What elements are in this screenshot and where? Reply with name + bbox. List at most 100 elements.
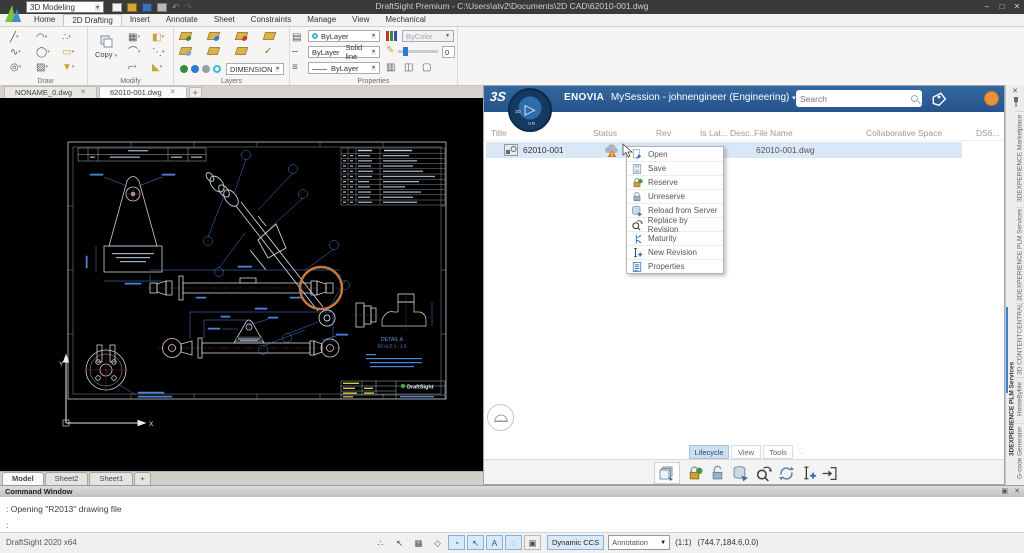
line-style-dropdown[interactable]: ByLayer Solid line▾: [308, 46, 380, 58]
layer-ring-icon[interactable]: [213, 65, 221, 73]
tab-insert[interactable]: Insert: [122, 14, 158, 26]
col-ds6[interactable]: DS6...: [976, 128, 1000, 138]
favorite-icon[interactable]: ♡: [798, 447, 806, 458]
tab-mechanical[interactable]: Mechanical: [377, 14, 433, 26]
selection-toggle[interactable]: ◌: [505, 535, 522, 550]
brush-icon[interactable]: ✎: [386, 45, 394, 56]
by-color-dropdown[interactable]: ByColor▾: [402, 30, 454, 42]
layer-dropdown[interactable]: DIMENSION▾: [226, 63, 284, 75]
tab-view[interactable]: View: [344, 14, 377, 26]
reserve-icon[interactable]: [686, 465, 703, 482]
split-tool-icon[interactable]: ⋱▾: [152, 46, 174, 60]
doc-tab-noname[interactable]: NONAME_0.dwg ✕: [4, 86, 97, 98]
col-rev[interactable]: Rev: [656, 128, 671, 138]
strip-active-tab[interactable]: 3DEXPERIENCE PLM Services: [1007, 335, 1017, 483]
sync-icon[interactable]: [778, 465, 795, 482]
etrack-toggle[interactable]: ↖: [391, 535, 408, 550]
menu-item-properties[interactable]: Properties: [627, 259, 723, 273]
close-panel-icon[interactable]: ✕: [1006, 87, 1024, 95]
annotation-scale-toggle[interactable]: A: [486, 535, 503, 550]
search-icon[interactable]: [911, 95, 918, 102]
sheet-tab-model[interactable]: Model: [2, 472, 44, 485]
tab-manage[interactable]: Manage: [299, 14, 344, 26]
tab-home[interactable]: Home: [26, 14, 63, 26]
new-revision-icon[interactable]: [800, 465, 817, 482]
dynamic-ccs-button[interactable]: Dynamic CCS: [547, 535, 604, 550]
new-file-icon[interactable]: [112, 3, 122, 12]
col-is-latest[interactable]: Is Lat...: [700, 128, 728, 138]
pattern-tool-icon[interactable]: ▦▾: [128, 31, 150, 45]
close-icon[interactable]: ✕: [170, 87, 176, 98]
line-color-dropdown[interactable]: ByLayer▾: [308, 30, 380, 42]
transparency-slider[interactable]: [398, 50, 438, 53]
pin-icon[interactable]: [1012, 97, 1020, 107]
spline-tool-icon[interactable]: ∿▾: [10, 46, 32, 60]
tab-tools[interactable]: Tools: [763, 445, 793, 459]
polar-toggle[interactable]: ◔: [448, 535, 465, 550]
ortho-toggle[interactable]: ◇: [429, 535, 446, 550]
dock-icon[interactable]: ▣: [1001, 486, 1008, 497]
minimize-button[interactable]: –: [980, 0, 994, 13]
hatch-tool-icon[interactable]: ▨▾: [36, 61, 58, 75]
search-input[interactable]: [800, 94, 911, 104]
layer-color-icon[interactable]: [191, 65, 199, 73]
tab-annotate[interactable]: Annotate: [158, 14, 206, 26]
copy-button[interactable]: Copy ▾: [90, 35, 122, 59]
color-bars-icon[interactable]: [386, 30, 398, 42]
print-icon[interactable]: [157, 3, 167, 12]
sheet-tab-sheet1[interactable]: Sheet1: [89, 472, 133, 485]
offset-tool-icon[interactable]: ⌒▾: [128, 46, 150, 60]
point-tool-icon[interactable]: ∴▾: [62, 31, 84, 45]
strip-tab-plm-services[interactable]: 3DEXPERIENCE PLM Services: [1015, 207, 1024, 301]
layer-delete-icon[interactable]: [236, 32, 247, 42]
batch-stack-button[interactable]: [654, 462, 680, 484]
transparency-value[interactable]: 0: [442, 46, 455, 58]
line-type-dropdown[interactable]: —— ByLayer▾: [308, 62, 380, 74]
ellipse-tool-icon[interactable]: ◯▾: [36, 46, 58, 60]
menu-item-replace-revision[interactable]: Replace by Revision: [627, 217, 723, 231]
maximize-button[interactable]: □: [995, 0, 1009, 13]
arc-tool-icon[interactable]: ◠▾: [36, 31, 58, 45]
annotation-scale-dropdown[interactable]: Annotation▼: [608, 535, 670, 550]
add-sheet-button[interactable]: +: [134, 472, 150, 485]
strip-tab-marketplace[interactable]: 3DEXPERIENCE Marketplace: [1015, 111, 1024, 205]
col-status[interactable]: Status: [593, 128, 617, 138]
layer-freeze-icon[interactable]: [180, 47, 191, 57]
layer-unisolate-icon[interactable]: [236, 47, 247, 57]
layer-lock-icon[interactable]: [208, 32, 219, 42]
line-tool-icon[interactable]: ╱▾: [10, 31, 32, 45]
assistant-button[interactable]: [487, 404, 514, 431]
fillet-tool-icon[interactable]: ⌐▾: [128, 61, 150, 75]
redo-icon[interactable]: ↷: [185, 2, 193, 12]
layer-on-icon[interactable]: [180, 65, 188, 73]
exit-session-icon[interactable]: [821, 465, 838, 482]
command-prompt[interactable]: :: [6, 520, 8, 530]
3dexperience-compass-icon[interactable]: ▷ 3D V.R: [508, 88, 552, 132]
sheet-tab-sheet2[interactable]: Sheet2: [45, 472, 89, 485]
col-collab-space[interactable]: Collaborative Space: [866, 128, 942, 138]
layer-stack-icon[interactable]: [264, 32, 275, 42]
menu-item-unreserve[interactable]: Unreserve: [627, 189, 723, 203]
replace-by-revision-icon[interactable]: [755, 465, 772, 482]
reload-from-server-icon[interactable]: [732, 465, 749, 482]
polygon-tool-icon[interactable]: ▼▾: [62, 61, 84, 75]
table-row[interactable]: 62010-001 62010-001.dwg: [486, 142, 962, 158]
rectangle-tool-icon[interactable]: ▭▾: [62, 46, 84, 60]
pointer-toggle[interactable]: ↖: [467, 535, 484, 550]
save-file-icon[interactable]: [142, 3, 152, 12]
undo-icon[interactable]: ↶: [172, 2, 180, 12]
drawing-canvas[interactable]: DETAIL A SCALE 1 : 1.5 DraftSight Y X: [0, 98, 483, 471]
tab-sheet[interactable]: Sheet: [206, 14, 243, 26]
enovia-session-title[interactable]: ENOVIA MySession - johnengineer (Enginee…: [564, 92, 796, 103]
close-button[interactable]: ✕: [1010, 0, 1024, 13]
unreserve-icon[interactable]: [709, 465, 726, 482]
print-area-toggle[interactable]: ▣: [524, 535, 541, 550]
tag-icon[interactable]: [930, 90, 948, 108]
esnap-toggle[interactable]: ∴: [372, 535, 389, 550]
workspace-selector[interactable]: 3D Modeling ▾: [26, 1, 104, 13]
menu-item-save[interactable]: Save: [627, 161, 723, 175]
doc-tab-62010-001[interactable]: 62010-001.dwg ✕: [99, 86, 187, 98]
layer-check-icon[interactable]: ✓: [264, 46, 272, 57]
tab-lifecycle[interactable]: Lifecycle: [689, 445, 729, 459]
delete-tool-icon[interactable]: ◧▾: [152, 31, 174, 45]
